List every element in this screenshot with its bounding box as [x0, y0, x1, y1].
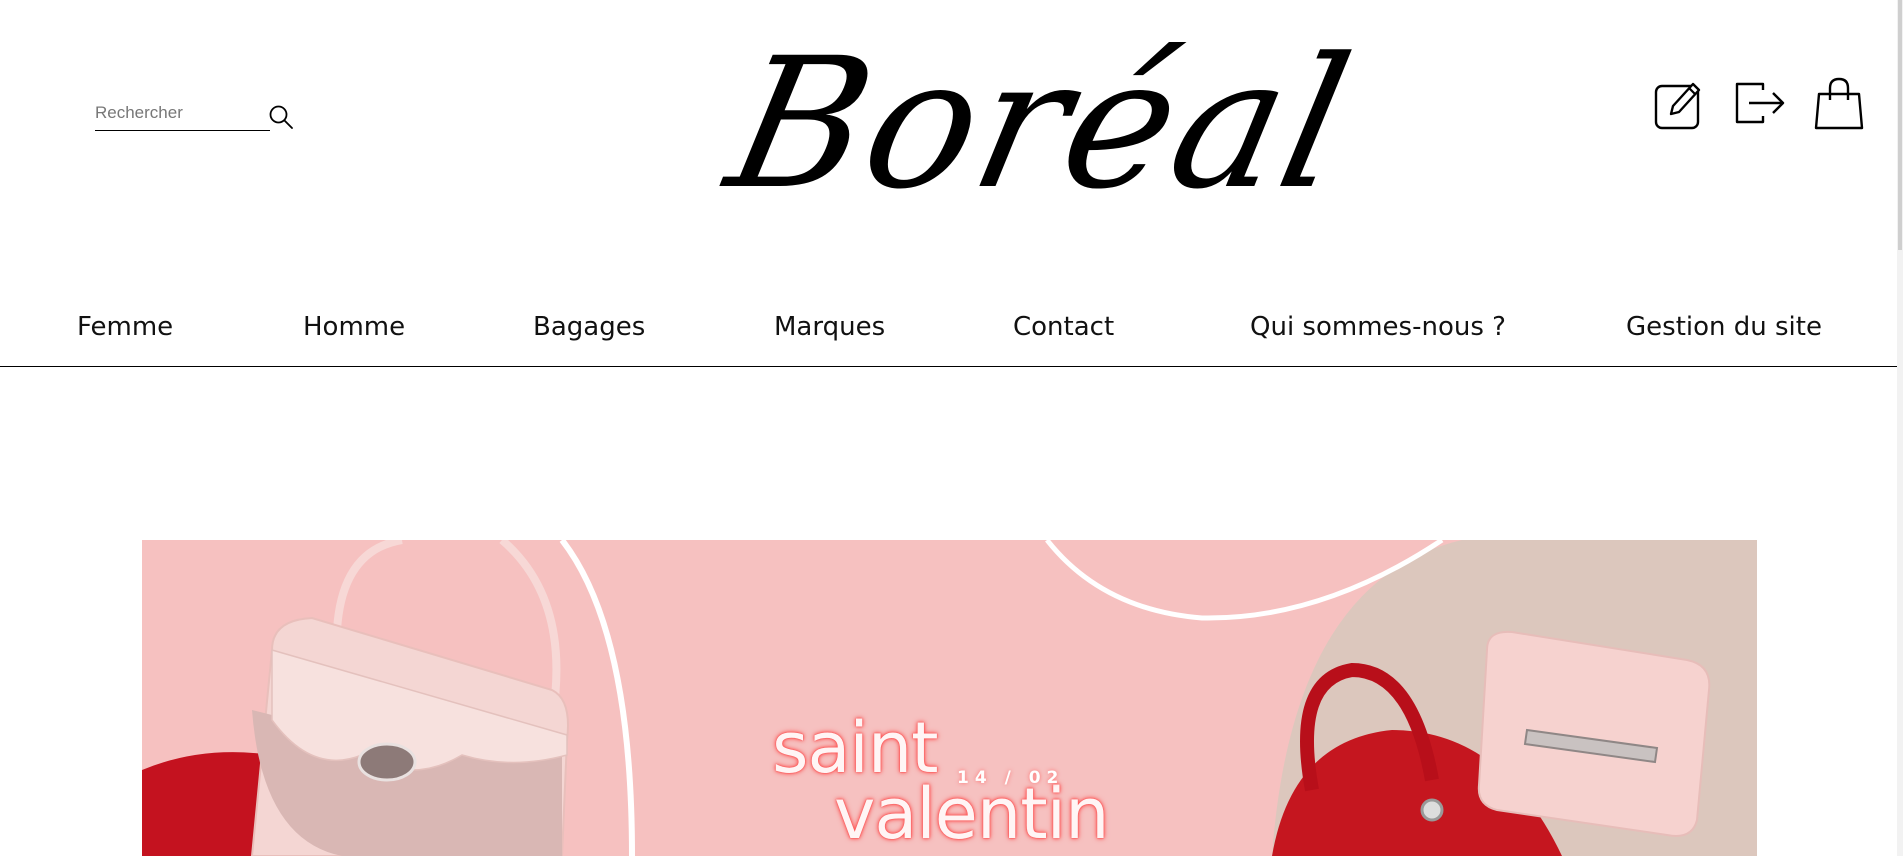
header-actions: [1653, 76, 1865, 132]
edit-icon[interactable]: [1653, 76, 1705, 132]
main-nav: Femme Homme Bagages Marques Contact Qui …: [0, 300, 1898, 367]
search-input[interactable]: [95, 98, 270, 131]
scrollbar-thumb[interactable]: [1898, 0, 1902, 250]
nav-item-bagages[interactable]: Bagages: [533, 312, 645, 342]
hero-banner[interactable]: saint valentin 14 / 02: [142, 540, 1757, 856]
brand-logo[interactable]: Boréal: [713, 20, 1368, 230]
search-icon[interactable]: [268, 104, 294, 130]
page-scrollbar[interactable]: [1897, 0, 1903, 856]
nav-item-qui-sommes-nous[interactable]: Qui sommes-nous ?: [1250, 312, 1506, 342]
nav-item-marques[interactable]: Marques: [774, 312, 885, 342]
hero-title-line2: valentin: [834, 773, 1109, 855]
nav-item-gestion-du-site[interactable]: Gestion du site: [1626, 312, 1822, 342]
logout-icon[interactable]: [1733, 76, 1785, 132]
nav-item-homme[interactable]: Homme: [303, 312, 405, 342]
search-box: [95, 98, 295, 132]
shopping-bag-icon[interactable]: [1813, 76, 1865, 132]
nav-item-femme[interactable]: Femme: [77, 312, 173, 342]
hero-date: 14 / 02: [957, 768, 1065, 788]
nav-item-contact[interactable]: Contact: [1013, 312, 1114, 342]
